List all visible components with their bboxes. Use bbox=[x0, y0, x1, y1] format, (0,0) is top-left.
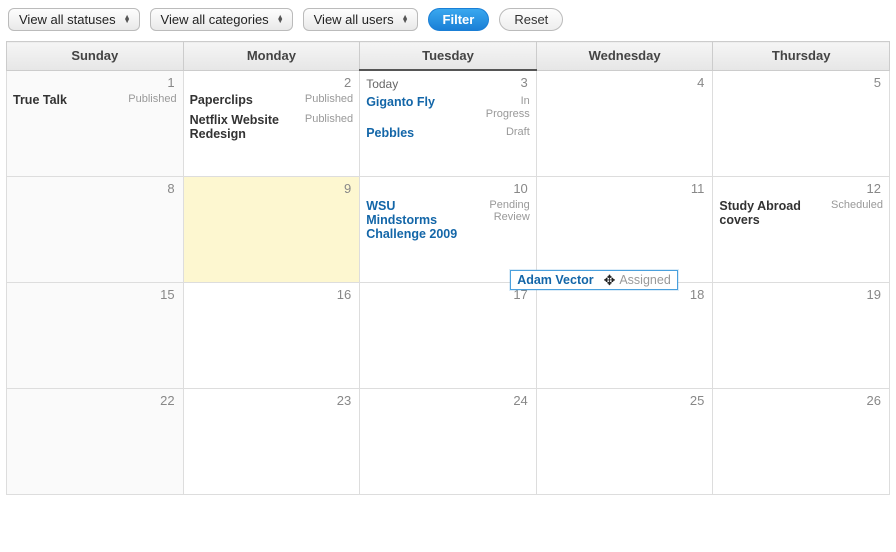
today-label: Today bbox=[366, 77, 530, 91]
calendar-row: 15 16 17 18 19 bbox=[7, 282, 890, 388]
event-status: PendingReview bbox=[489, 199, 529, 224]
day-number: 5 bbox=[874, 75, 881, 90]
calendar-cell[interactable]: 9 bbox=[183, 176, 360, 282]
day-number: 24 bbox=[513, 393, 527, 408]
event-title: Netflix Website Redesign bbox=[190, 113, 288, 141]
col-header: Thursday bbox=[713, 42, 890, 71]
event-title: WSU Mindstorms Challenge 2009 bbox=[366, 199, 464, 241]
calendar-cell[interactable]: 19 bbox=[713, 282, 890, 388]
calendar-cell[interactable]: 17 bbox=[360, 282, 537, 388]
day-number: 23 bbox=[337, 393, 351, 408]
day-number: 11 bbox=[691, 181, 705, 196]
event-title: Giganto Fly bbox=[366, 95, 435, 109]
events-list: Study Abroad covers Scheduled bbox=[719, 199, 883, 227]
events-list: Giganto Fly InProgress Pebbles Draft bbox=[366, 95, 530, 140]
calendar-cell[interactable]: 5 bbox=[713, 70, 890, 176]
events-list: PaperclipsPublishedNetflix Website Redes… bbox=[190, 93, 354, 141]
day-number: 25 bbox=[690, 393, 704, 408]
event-status: Published bbox=[305, 93, 353, 106]
events-list: True Talk Published bbox=[13, 93, 177, 107]
calendar-cell[interactable]: 16 bbox=[183, 282, 360, 388]
filter-button-label: Filter bbox=[443, 12, 475, 27]
reset-button[interactable]: Reset bbox=[499, 8, 563, 31]
col-header: Tuesday bbox=[360, 42, 537, 71]
day-number: 22 bbox=[160, 393, 174, 408]
filter-button[interactable]: Filter bbox=[428, 8, 490, 31]
calendar-cell[interactable]: 2PaperclipsPublishedNetflix Website Rede… bbox=[183, 70, 360, 176]
calendar-row: 1True TalkPublished2PaperclipsPublishedN… bbox=[7, 70, 890, 176]
calendar-cell[interactable]: 8 bbox=[7, 176, 184, 282]
reset-button-label: Reset bbox=[514, 12, 548, 27]
day-number: 12 bbox=[867, 181, 881, 196]
dragging-event-title: Adam Vector bbox=[517, 273, 593, 287]
category-select-label: View all categories bbox=[161, 12, 269, 27]
day-number: 8 bbox=[167, 181, 174, 196]
category-select[interactable]: View all categories bbox=[150, 8, 293, 31]
event-item[interactable]: Netflix Website Redesign Published bbox=[190, 113, 354, 141]
col-header: Wednesday bbox=[536, 42, 713, 71]
calendar-row: 22 23 24 25 26 bbox=[7, 388, 890, 494]
calendar-cell[interactable]: 26 bbox=[713, 388, 890, 494]
day-number: 9 bbox=[344, 181, 351, 196]
calendar-cell[interactable]: 24 bbox=[360, 388, 537, 494]
event-status: Draft bbox=[506, 126, 530, 139]
move-icon: ✥ bbox=[604, 273, 616, 287]
event-title: Paperclips bbox=[190, 93, 253, 107]
calendar-row: 8 9 10 WSU Mindstorms Challenge 2009 Pending… bbox=[7, 176, 890, 282]
event-status: Published bbox=[128, 93, 176, 106]
calendar-cell[interactable]: 4 bbox=[536, 70, 713, 176]
user-select-label: View all users bbox=[314, 12, 394, 27]
updown-icon bbox=[277, 16, 284, 24]
col-header: Monday bbox=[183, 42, 360, 71]
calendar-cell[interactable]: 18 bbox=[536, 282, 713, 388]
user-select[interactable]: View all users bbox=[303, 8, 418, 31]
day-number: 26 bbox=[867, 393, 881, 408]
event-status: InProgress bbox=[486, 95, 530, 120]
updown-icon bbox=[402, 16, 409, 24]
col-header: Sunday bbox=[7, 42, 184, 71]
status-select-label: View all statuses bbox=[19, 12, 116, 27]
calendar-cell[interactable]: 10 WSU Mindstorms Challenge 2009 PendingRe… bbox=[360, 176, 537, 282]
day-number: 3 bbox=[521, 75, 528, 90]
event-title: Pebbles bbox=[366, 126, 414, 140]
event-item[interactable]: True Talk Published bbox=[13, 93, 177, 107]
updown-icon bbox=[124, 16, 131, 24]
calendar-cell[interactable]: 12 Study Abroad covers Scheduled bbox=[713, 176, 890, 282]
day-number: 16 bbox=[337, 287, 351, 302]
day-number: 2 bbox=[344, 75, 351, 90]
calendar: Sunday Monday Tuesday Wednesday Thursday… bbox=[6, 41, 890, 495]
calendar-cell[interactable]: 15 bbox=[7, 282, 184, 388]
day-number: 19 bbox=[867, 287, 881, 302]
event-item[interactable]: Study Abroad covers Scheduled bbox=[719, 199, 883, 227]
day-number: 15 bbox=[160, 287, 174, 302]
events-list: WSU Mindstorms Challenge 2009 PendingRevi… bbox=[366, 199, 530, 241]
dragging-event-status: Assigned bbox=[619, 273, 670, 287]
event-item[interactable]: Pebbles Draft bbox=[366, 126, 530, 140]
calendar-cell[interactable]: 3Today Giganto Fly InProgress Pebbles Draft bbox=[360, 70, 537, 176]
event-status: Published bbox=[305, 113, 353, 126]
day-number: 10 bbox=[513, 181, 527, 196]
event-item[interactable]: WSU Mindstorms Challenge 2009 PendingRevi… bbox=[366, 199, 530, 241]
calendar-cell[interactable]: 1 True Talk Published bbox=[7, 70, 184, 176]
calendar-header-row: Sunday Monday Tuesday Wednesday Thursday bbox=[7, 42, 890, 71]
filter-toolbar: View all statuses View all categories Vi… bbox=[6, 6, 890, 41]
calendar-cell[interactable]: 11 bbox=[536, 176, 713, 282]
day-number: 18 bbox=[690, 287, 704, 302]
status-select[interactable]: View all statuses bbox=[8, 8, 140, 31]
event-title: Study Abroad covers bbox=[719, 199, 817, 227]
day-number: 4 bbox=[697, 75, 704, 90]
event-status: Scheduled bbox=[831, 199, 883, 212]
event-item[interactable]: Giganto Fly InProgress bbox=[366, 95, 530, 120]
calendar-cell[interactable]: 23 bbox=[183, 388, 360, 494]
dragging-event[interactable]: Adam Vector ✥Assigned bbox=[510, 270, 678, 290]
event-title: True Talk bbox=[13, 93, 67, 107]
calendar-cell[interactable]: 22 bbox=[7, 388, 184, 494]
calendar-cell[interactable]: 25 bbox=[536, 388, 713, 494]
day-number: 1 bbox=[167, 75, 174, 90]
event-item[interactable]: Paperclips Published bbox=[190, 93, 354, 107]
